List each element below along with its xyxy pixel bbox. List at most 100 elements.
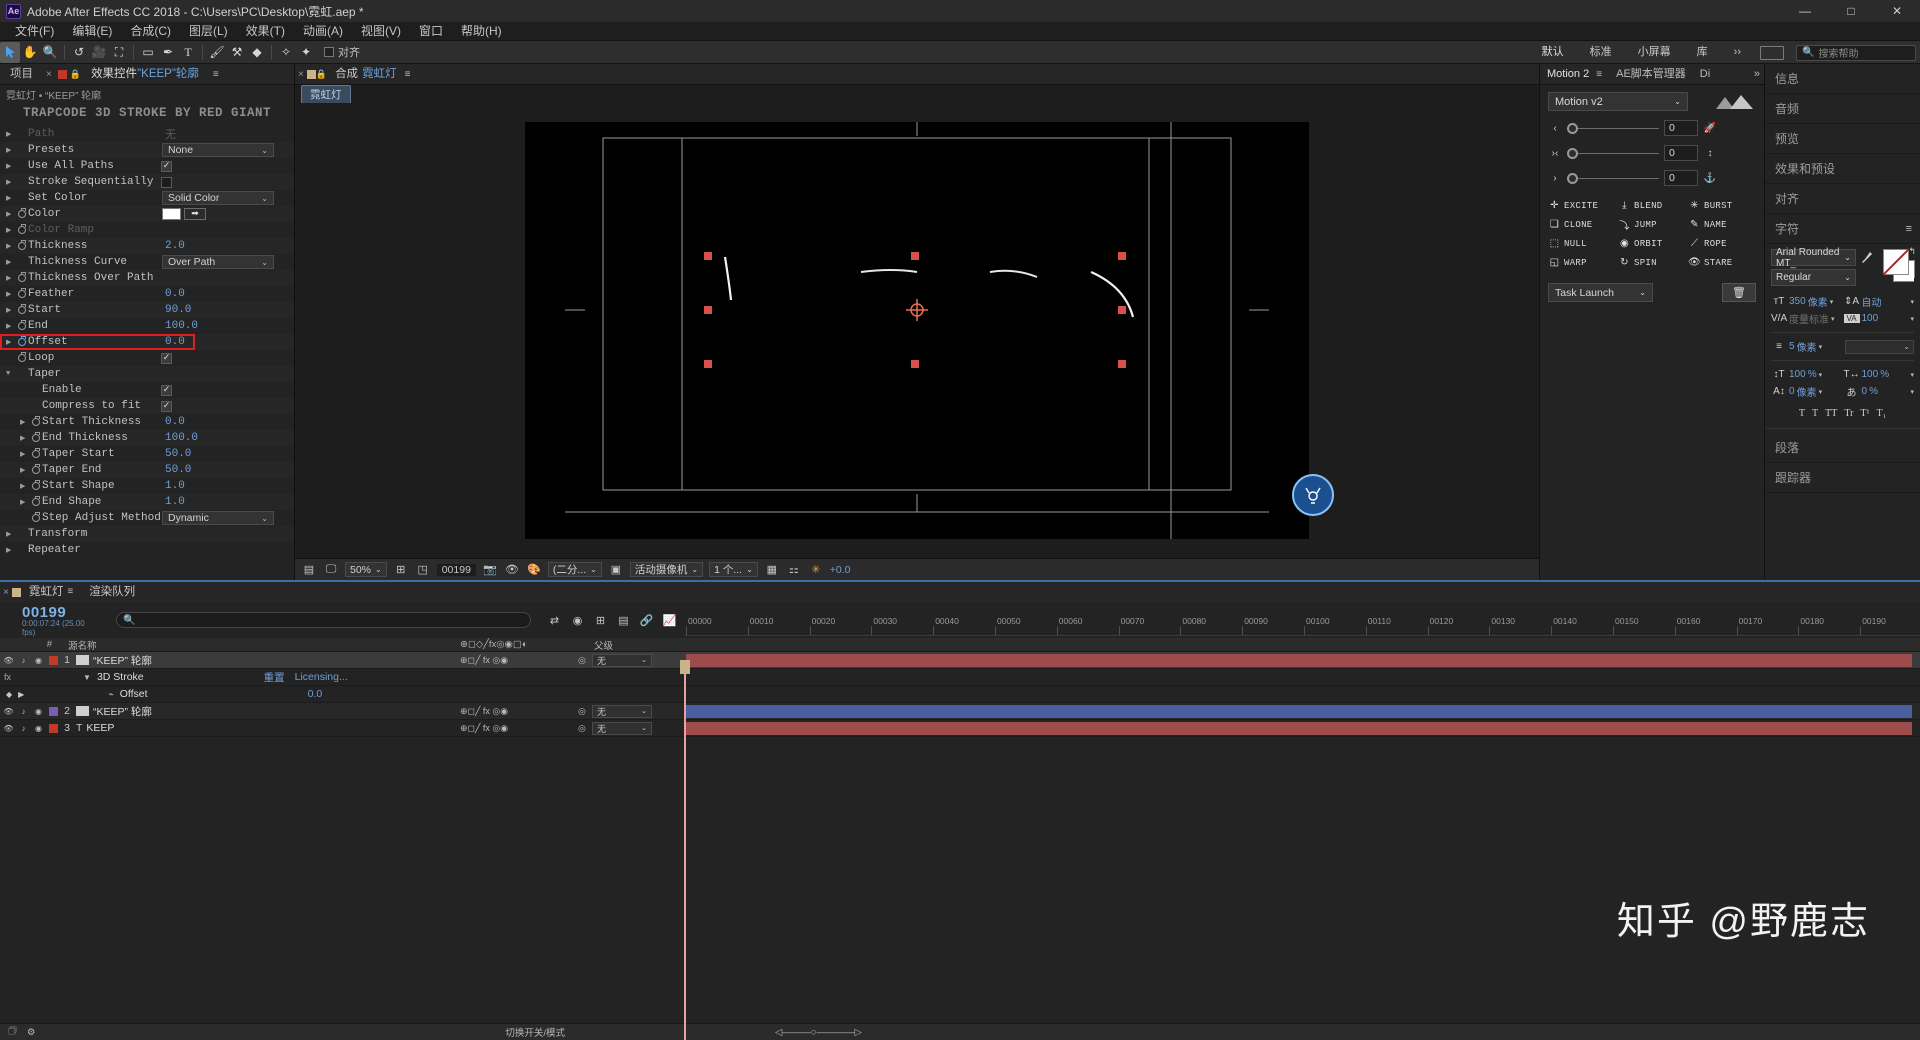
property-row-use-all-paths[interactable]: ▶ Use All Paths ✓: [0, 158, 294, 174]
property-value[interactable]: 1.0: [165, 496, 185, 508]
chevron-right-icon[interactable]: ▶: [6, 226, 16, 235]
chevron-right-icon[interactable]: ▶: [6, 178, 16, 187]
property-row-path[interactable]: ▶ Path 无: [0, 126, 294, 142]
slider-track[interactable]: [1567, 172, 1659, 184]
slider-value[interactable]: 0: [1664, 120, 1698, 136]
close-icon[interactable]: ×: [295, 69, 307, 80]
maximize-button[interactable]: □: [1828, 0, 1874, 22]
comp-pill[interactable]: 霓虹灯: [301, 84, 351, 104]
layer-switches[interactable]: ⊕◻╱ fx ◎◉: [460, 655, 508, 666]
chevron-right-icon[interactable]: ▶: [20, 498, 30, 507]
anchor-icon[interactable]: ⚓: [1703, 173, 1717, 184]
chevron-right-icon[interactable]: ▶: [6, 274, 16, 283]
snap-checkbox[interactable]: 对齐: [324, 44, 360, 60]
property-row-step-adjust-method[interactable]: Step Adjust Method Dynamic ⌄: [0, 510, 294, 526]
chevron-right-icon[interactable]: ▶: [20, 482, 30, 491]
property-row-repeater[interactable]: ▶ Repeater: [0, 542, 294, 556]
font-size-field[interactable]: ᴛT 350 像素 ▾: [1771, 294, 1842, 309]
chevron-right-icon[interactable]: ▶: [6, 210, 16, 219]
property-value[interactable]: 50.0: [165, 448, 191, 460]
motion-button-name[interactable]: ✎ NAME: [1688, 218, 1756, 231]
chevron-right-icon[interactable]: ▶: [20, 466, 30, 475]
tab-timeline-comp[interactable]: 霓虹灯 ≡: [21, 582, 81, 602]
motion-slider-row-1[interactable]: ›‹ 0 ↕: [1548, 145, 1756, 161]
workspace-small-screen[interactable]: 小屏幕: [1625, 41, 1684, 64]
property-row-end-thickness[interactable]: ▶ End Thickness 100.0: [0, 430, 294, 446]
clone-stamp-tool[interactable]: ⚒: [227, 42, 247, 63]
panel-section-3[interactable]: 效果和预设: [1765, 154, 1920, 184]
type-tool[interactable]: T: [178, 42, 198, 63]
horizontal-scale-field[interactable]: T↔ 100 % ▾: [1844, 369, 1915, 380]
stopwatch-icon[interactable]: [16, 272, 28, 282]
search-input[interactable]: 🔍: [116, 612, 531, 628]
menu-item-6[interactable]: 视图(V): [352, 22, 410, 41]
stopwatch-icon[interactable]: [16, 352, 28, 362]
panel-menu-icon[interactable]: ≡: [67, 582, 73, 602]
pen-tool[interactable]: ✒: [158, 42, 178, 63]
exposure-value[interactable]: +0.0: [830, 564, 851, 576]
property-row-end-shape[interactable]: ▶ End Shape 1.0: [0, 494, 294, 510]
layer-switches[interactable]: ⊕◻╱ fx ◎◉: [460, 706, 508, 717]
workspace-standard[interactable]: 标准: [1577, 41, 1625, 64]
graph-icon[interactable]: ⌁: [108, 689, 113, 700]
render-icon[interactable]: ▤: [301, 562, 317, 578]
property-row-taper-start[interactable]: ▶ Taper Start 50.0: [0, 446, 294, 462]
property-row-start[interactable]: ▶ Start 90.0: [0, 302, 294, 318]
menu-item-4[interactable]: 效果(T): [237, 22, 294, 41]
channel-icon[interactable]: 🎨: [526, 562, 542, 578]
motion-button-clone[interactable]: ❏ CLONE: [1548, 218, 1616, 231]
monitor-icon[interactable]: 🖵: [323, 562, 339, 578]
menu-item-3[interactable]: 图层(L): [180, 22, 237, 41]
camera-select[interactable]: 活动摄像机 ⌄: [629, 562, 704, 577]
graph-editor-icon[interactable]: 📈: [662, 613, 677, 628]
chevron-right-icon[interactable]: ▶: [6, 290, 16, 299]
motion-button-excite[interactable]: ✛ EXCITE: [1548, 199, 1616, 212]
layer-name[interactable]: KEEP: [86, 722, 114, 734]
video-toggle-icon[interactable]: 👁: [3, 656, 13, 665]
shape-tool[interactable]: ▭: [138, 42, 158, 63]
stroke-width-field[interactable]: ≡ 5 像素 ▾: [1771, 339, 1843, 354]
current-frame[interactable]: 00199: [436, 563, 476, 576]
motion-button-warp[interactable]: ◱ WARP: [1548, 256, 1616, 269]
motion-slider-row-2[interactable]: › 0 ⚓: [1548, 170, 1756, 186]
text-style-button-3[interactable]: Tr: [1844, 408, 1853, 419]
stroke-style-select[interactable]: ⌄: [1845, 339, 1914, 354]
tab-render-queue[interactable]: 渲染队列: [81, 582, 143, 602]
motion-button-rope[interactable]: ⟋ ROPE: [1688, 237, 1756, 250]
solo-toggle-icon[interactable]: ◉: [34, 707, 43, 716]
property-row-enable[interactable]: Enable ✓: [0, 382, 294, 398]
effect-property-name[interactable]: Offset: [120, 688, 148, 700]
stopwatch-icon[interactable]: [16, 240, 28, 250]
panel-section-4[interactable]: 对齐: [1765, 184, 1920, 214]
chevron-right-icon[interactable]: ▶: [6, 194, 16, 203]
chevron-right-icon[interactable]: ▶: [20, 418, 30, 427]
property-row-thickness[interactable]: ▶ Thickness 2.0: [0, 238, 294, 254]
stopwatch-icon[interactable]: [16, 336, 28, 346]
motion-slider-row-0[interactable]: ‹ 0 🚀: [1548, 120, 1756, 136]
solo-toggle-icon[interactable]: ◉: [34, 724, 43, 733]
tab-ae-script-manager[interactable]: AE脚本管理器: [1609, 64, 1693, 84]
stopwatch-icon[interactable]: [16, 304, 28, 314]
video-toggle-icon[interactable]: 👁: [3, 707, 13, 716]
slider-value[interactable]: 0: [1664, 145, 1698, 161]
property-row-taper[interactable]: ▼ Taper: [0, 366, 294, 382]
close-button[interactable]: ✕: [1874, 0, 1920, 22]
effect-row[interactable]: fx ▼ 3D Stroke 重置 Licensing...: [0, 669, 1920, 686]
stopwatch-icon[interactable]: [30, 512, 42, 522]
rocket-icon[interactable]: 🚀: [1703, 123, 1717, 134]
property-value[interactable]: 1.0: [165, 480, 185, 492]
motion-button-blend[interactable]: ⤓ BLEND: [1618, 199, 1686, 212]
parent-select[interactable]: 无 ⌄: [592, 653, 652, 667]
timeline-zoom-slider[interactable]: ◁———○————▷: [775, 1027, 862, 1038]
layer-duration-bar[interactable]: [686, 654, 1912, 667]
chevron-down-icon[interactable]: ▼: [6, 370, 16, 378]
stopwatch-icon[interactable]: [30, 496, 42, 506]
effect-status[interactable]: Licensing...: [295, 671, 348, 683]
chevron-right-icon[interactable]: ▶: [6, 530, 16, 539]
stopwatch-icon[interactable]: [30, 480, 42, 490]
slider-knob[interactable]: [1567, 172, 1578, 184]
panel-section-1[interactable]: 音频: [1765, 94, 1920, 124]
chevron-right-icon[interactable]: ▶: [6, 258, 16, 267]
brush-tool[interactable]: 🖌: [207, 42, 227, 63]
property-checkbox[interactable]: ✓: [161, 352, 172, 364]
